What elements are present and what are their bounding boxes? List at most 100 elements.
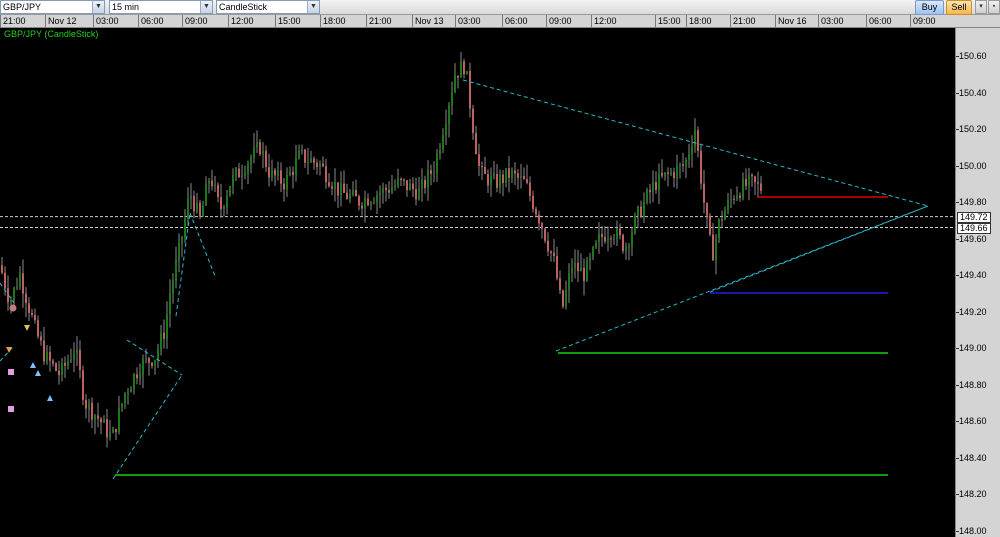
candle-body: [88, 402, 90, 409]
candle-body: [466, 71, 468, 75]
candle-body: [439, 149, 441, 155]
candle-body: [292, 171, 294, 176]
candle-body: [133, 374, 135, 389]
time-axis-label: 12:00: [591, 15, 617, 27]
candle-body: [43, 340, 45, 362]
candle-body: [661, 172, 663, 176]
candle-body: [250, 157, 252, 165]
candle-body: [370, 202, 372, 206]
candle-body: [334, 182, 336, 189]
candle-body: [202, 205, 204, 217]
candle-body: [145, 358, 147, 360]
candle-body: [646, 190, 648, 202]
candle-body: [94, 415, 96, 420]
candle-body: [733, 198, 735, 200]
candle-body: [517, 173, 519, 178]
up-arrow-marker-icon: [47, 395, 53, 401]
candle-body: [19, 273, 21, 288]
candle-body: [61, 362, 63, 376]
candle-body: [10, 300, 12, 303]
square-marker-icon: [8, 369, 14, 375]
candle-body: [631, 232, 633, 247]
candle-body: [274, 169, 276, 176]
candle-body: [4, 272, 6, 289]
candle-body: [316, 162, 318, 167]
candle-body: [589, 256, 591, 261]
candle-body: [415, 189, 417, 200]
price-axis-label: 148.80: [959, 379, 987, 390]
window-menu-icon[interactable]: ▾: [975, 0, 987, 14]
candle-body: [736, 195, 738, 199]
candle-body: [280, 170, 282, 184]
candle-body: [91, 402, 93, 420]
time-axis-label: 06:00: [138, 15, 164, 27]
candle-body: [244, 173, 246, 176]
price-chart[interactable]: [0, 28, 955, 537]
price-axis-label: 150.00: [959, 160, 987, 171]
sell-button[interactable]: Sell: [946, 0, 972, 15]
candle-body: [52, 360, 54, 364]
candle-body: [373, 202, 375, 204]
trendline: [189, 212, 216, 277]
window-close-icon[interactable]: ▪: [988, 0, 1000, 14]
candle-body: [604, 236, 606, 242]
candle-body: [40, 336, 42, 341]
candle-body: [58, 370, 60, 376]
candle-body: [148, 358, 150, 363]
candle-body: [67, 361, 69, 366]
candle-body: [658, 172, 660, 190]
candle-body: [247, 164, 249, 174]
candle-body: [199, 202, 201, 217]
candle-body: [73, 353, 75, 360]
up-arrow-marker-icon: [35, 370, 41, 376]
candle-body: [307, 162, 309, 164]
candle-body: [424, 180, 426, 189]
candle-body: [85, 399, 87, 409]
candle-body: [163, 332, 165, 339]
time-axis-label: Nov 13: [412, 15, 444, 27]
candle-body: [115, 429, 117, 433]
chart-type-select[interactable]: CandleStick ▼: [216, 0, 320, 14]
candle-body: [673, 172, 675, 179]
candle-body: [298, 150, 300, 159]
up-arrow-marker-icon: [30, 362, 36, 368]
candle-body: [607, 238, 609, 242]
candle-body: [682, 164, 684, 166]
symbol-select[interactable]: GBP/JPY ▼: [0, 0, 105, 14]
candle-body: [238, 168, 240, 178]
chevron-down-icon[interactable]: ▼: [200, 1, 212, 13]
candle-body: [313, 158, 315, 163]
candle-body: [25, 293, 27, 304]
candle-body: [574, 262, 576, 268]
candle-body: [556, 255, 558, 279]
interval-select[interactable]: 15 min ▼: [109, 0, 213, 14]
chevron-down-icon[interactable]: ▼: [92, 1, 104, 13]
price-axis-label: 148.20: [959, 489, 987, 499]
candle-body: [322, 163, 324, 167]
candle-body: [505, 168, 507, 183]
candle-body: [178, 242, 180, 261]
candle-body: [487, 174, 489, 186]
candle-body: [124, 393, 126, 404]
candle-body: [595, 242, 597, 248]
candle-body: [361, 205, 363, 209]
candle-body: [568, 273, 570, 291]
price-axis-label: 149.00: [959, 343, 987, 353]
candle-body: [406, 180, 408, 191]
candle-body: [514, 170, 516, 174]
candle-body: [751, 174, 753, 177]
price-axis: 150.60 150.40 150.20 150.00 149.80 149.60 149.…: [955, 28, 1000, 537]
candle-body: [697, 130, 699, 151]
candle-body: [745, 178, 747, 187]
candle-body: [256, 142, 258, 147]
candle-body: [610, 238, 612, 240]
candle-body: [154, 360, 156, 366]
trendline: [112, 374, 183, 480]
time-axis-label: Nov 12: [45, 15, 77, 27]
candle-body: [535, 209, 537, 215]
candle-body: [397, 178, 399, 186]
buy-button[interactable]: Buy: [915, 0, 944, 15]
time-axis-label: 09:00: [182, 15, 208, 27]
chevron-down-icon[interactable]: ▼: [307, 1, 319, 13]
candle-body: [196, 202, 198, 212]
